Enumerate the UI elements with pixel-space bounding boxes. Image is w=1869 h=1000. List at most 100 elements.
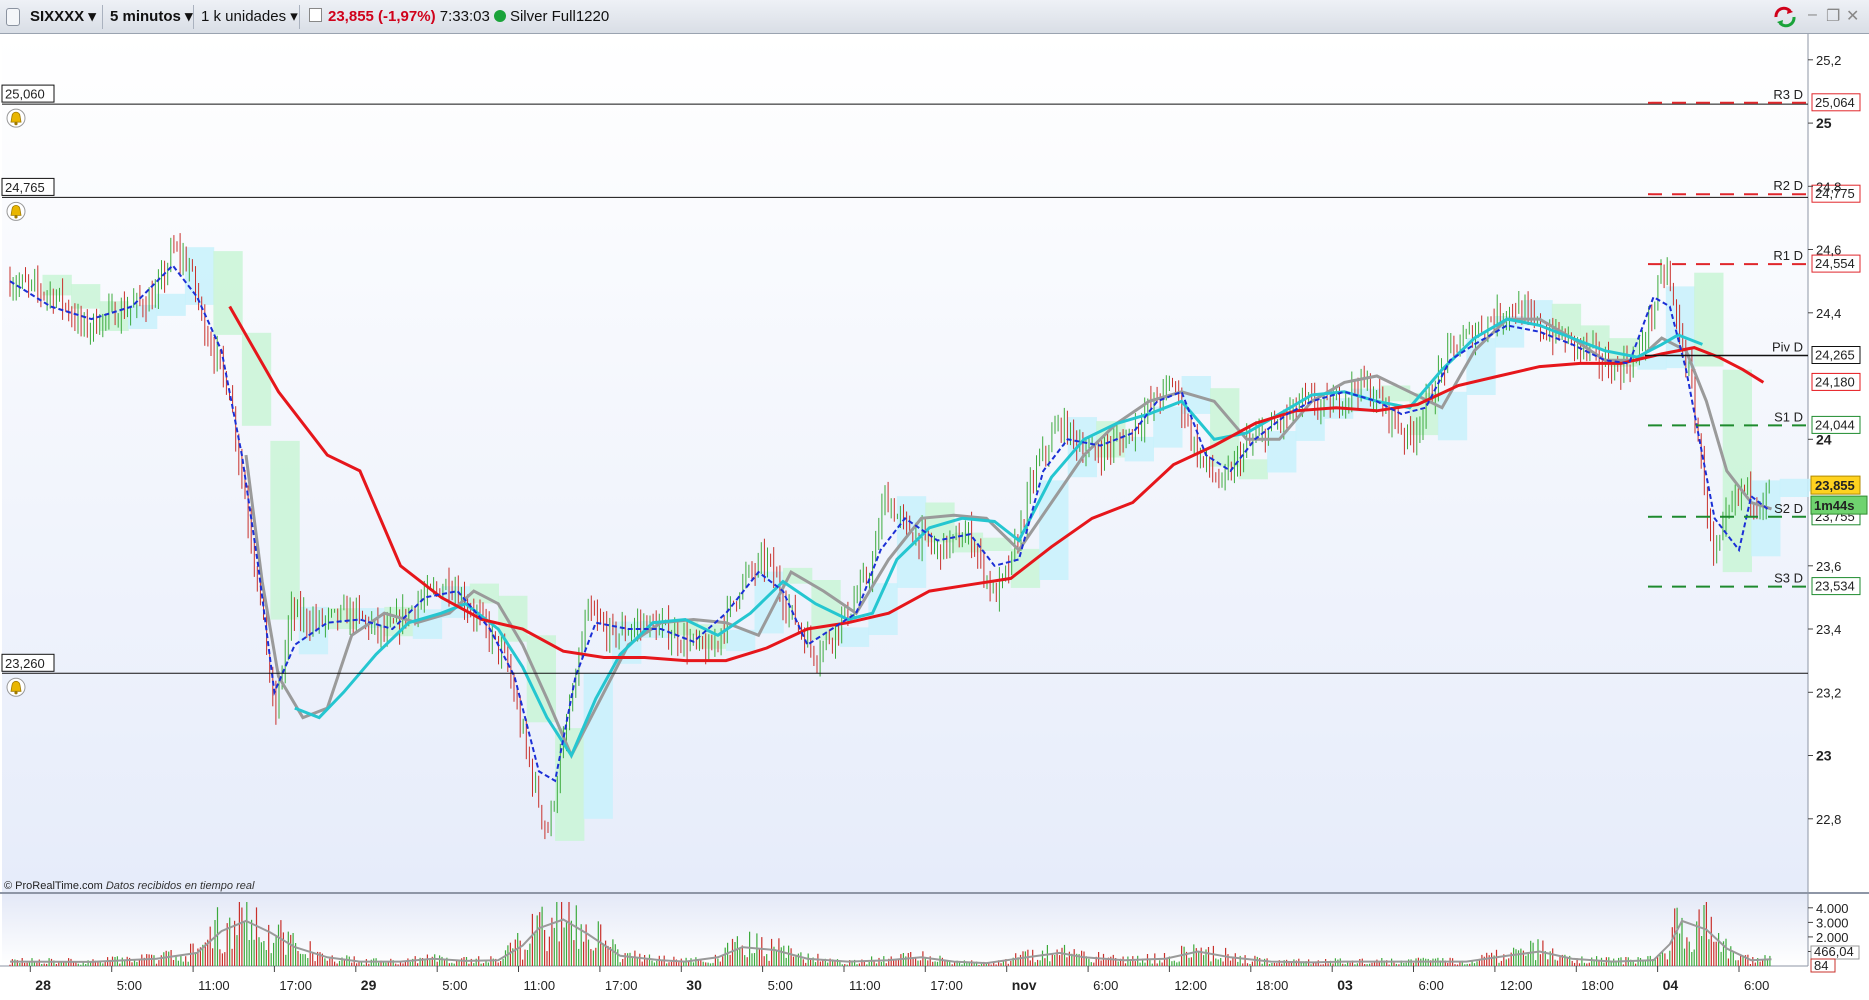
price-tick-label: 23,4 (1816, 622, 1841, 637)
quote-time: 7:33:03 (439, 8, 490, 25)
time-tick-label: 11:00 (849, 978, 881, 993)
volume-avg-label: 466,04 (1814, 944, 1854, 959)
pivot-name: Piv D (1772, 340, 1803, 355)
price-change: 23,855 (-1,97%) (328, 8, 436, 25)
time-tick-label: 6:00 (1419, 978, 1444, 993)
pivot-name: S2 D (1774, 501, 1803, 516)
cloud-segment (839, 627, 870, 647)
time-tick-label: 11:00 (524, 978, 556, 993)
quote-info: 23,855 (-1,97%) 7:33:03 Silver Full1220 (303, 4, 615, 29)
price-tick-label: 23,2 (1816, 685, 1841, 700)
cloud-segment (1779, 478, 1809, 497)
bell-icon (6, 677, 26, 697)
copyright-note: © ProRealTime.com Datos recibidos en tie… (4, 880, 254, 892)
pivot-name: S1 D (1774, 409, 1803, 424)
price-tick-label: 22,8 (1816, 812, 1841, 827)
chart-settings-icon[interactable] (6, 8, 20, 26)
current-price-label: 23,855 (1815, 478, 1855, 493)
volume-tick-label: 4.000 (1816, 901, 1849, 916)
pivot-value: 24,554 (1815, 256, 1855, 271)
pivot-value: 24,044 (1815, 417, 1855, 432)
pivot-name: R3 D (1773, 87, 1803, 102)
time-tick-label: 17:00 (930, 978, 963, 993)
pivot-name: R2 D (1773, 178, 1803, 193)
toolbar-separator (193, 5, 194, 29)
time-tick-label: 18:00 (1256, 978, 1289, 993)
restore-icon[interactable]: ❐ (1826, 6, 1840, 26)
alert-label: 25,060 (5, 87, 45, 102)
units-selector[interactable]: 1 k unidades ▾ (195, 4, 304, 29)
bell-icon (6, 108, 26, 128)
time-tick-label: 18:00 (1581, 978, 1614, 993)
interval-label: 5 minutos (110, 8, 181, 25)
price-tick-label: 23,6 (1816, 559, 1841, 574)
volume-panel (2, 894, 1808, 966)
cloud-segment (241, 332, 272, 426)
time-tick-label: 29 (361, 977, 377, 993)
minimize-icon[interactable]: – (1808, 6, 1817, 24)
volume-tick-label: 3.000 (1816, 915, 1849, 930)
symbol-selector[interactable]: SIXXXX ▾ (24, 4, 102, 29)
pivot-name: R1 D (1773, 248, 1803, 263)
cloud-segment (156, 293, 186, 316)
time-tick-label: 5:00 (442, 978, 467, 993)
realtime-text: Datos recibidos en tiempo real (105, 880, 255, 892)
units-label: 1 k unidades (201, 8, 287, 25)
price-tick-label: 25 (1816, 115, 1832, 131)
pivot-name: S3 D (1774, 571, 1803, 586)
price-tick-label: 24 (1816, 431, 1832, 447)
bell-icon-clapper (14, 122, 18, 126)
price-tick-label: 24,4 (1816, 306, 1841, 321)
time-tick-label: 5:00 (768, 978, 793, 993)
bell-icon (6, 201, 26, 221)
info-icon[interactable] (309, 8, 322, 22)
sync-icon[interactable] (1772, 5, 1798, 29)
cloud-segment (1381, 385, 1411, 402)
time-tick-label: 5:00 (117, 978, 142, 993)
cloud-segment (1153, 406, 1183, 448)
time-tick-label: 28 (35, 977, 51, 993)
price-tick-label: 24,8 (1816, 179, 1841, 194)
copyright-text: © ProRealTime.com (4, 880, 103, 892)
time-tick-label: 03 (1337, 977, 1353, 993)
price-tick-label: 23 (1816, 748, 1832, 764)
pivot-value: 24,265 (1815, 348, 1855, 363)
cloud-segment (555, 728, 585, 841)
close-icon[interactable]: ✕ (1846, 6, 1859, 26)
symbol-label: SIXXXX (30, 8, 85, 25)
countdown-label: 1m44s (1814, 498, 1854, 513)
cloud-segment (270, 440, 300, 620)
time-tick-label: nov (1012, 977, 1037, 993)
bell-icon-body (10, 680, 22, 692)
bell-icon-clapper (14, 215, 18, 219)
bell-icon-clapper (14, 691, 18, 695)
bell-icon-body (10, 205, 22, 216)
time-tick-label: 12:00 (1500, 978, 1533, 993)
price-tick-label: 24,6 (1816, 243, 1841, 258)
toolbar: SIXXXX ▾ 5 minutos ▾ 1 k unidades ▾ 23,8… (0, 0, 1869, 34)
time-tick-label: 6:00 (1744, 978, 1769, 993)
pivot-value: 25,064 (1815, 95, 1855, 110)
cloud-segment (1238, 459, 1268, 480)
time-tick-label: 11:00 (198, 978, 230, 993)
account-label: Silver Full1220 (509, 8, 610, 25)
time-tick-label: 30 (686, 977, 702, 993)
price-chart[interactable]: 25,06024,76523,260R3 D25,064R2 D24,775R1… (0, 34, 1869, 1000)
bell-icon-body (10, 111, 22, 123)
volume-current-label: 84 (1814, 958, 1828, 973)
connection-status-icon (493, 10, 506, 22)
time-tick-label: 17:00 (605, 978, 638, 993)
time-tick-label: 17:00 (279, 978, 312, 993)
interval-selector[interactable]: 5 minutos ▾ (104, 4, 199, 29)
pivot-value: 23,534 (1815, 579, 1855, 594)
toolbar-separator (299, 5, 300, 29)
ma-value-label: 24,180 (1815, 374, 1855, 389)
time-tick-label: 12:00 (1174, 978, 1207, 993)
toolbar-separator (102, 5, 103, 29)
time-tick-label: 04 (1663, 977, 1679, 993)
volume-tick-label: 2.000 (1816, 930, 1849, 945)
cloud-segment (1437, 391, 1468, 441)
alert-label: 23,260 (5, 656, 45, 671)
time-tick-label: 6:00 (1093, 978, 1118, 993)
alert-label: 24,765 (5, 180, 45, 195)
